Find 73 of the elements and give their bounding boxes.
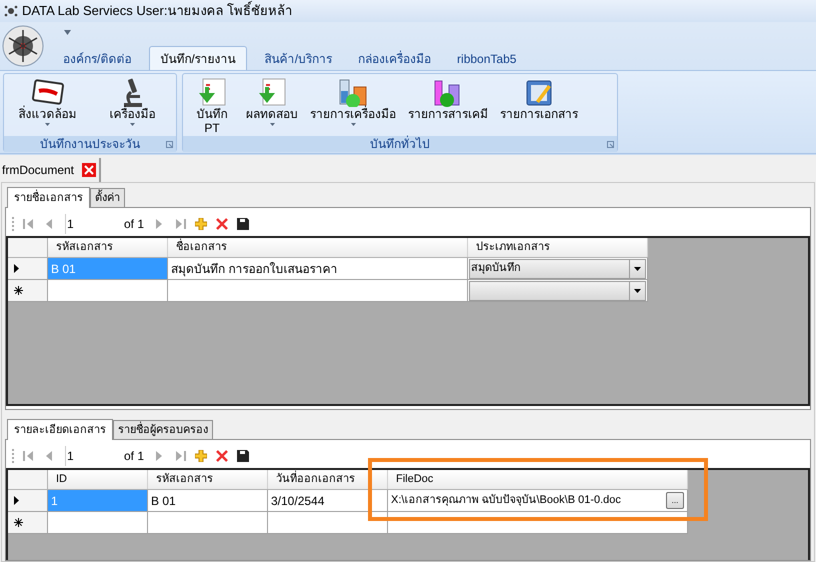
row-header[interactable] <box>8 490 48 511</box>
delete-icon[interactable] <box>216 218 228 230</box>
ribbon-button[interactable]: รายการเครื่องมือ <box>306 74 400 136</box>
first-record-icon[interactable] <box>23 218 35 230</box>
table-cell[interactable] <box>48 512 148 533</box>
dropdown-arrow-icon <box>634 266 641 270</box>
app-icon <box>4 4 18 18</box>
add-icon[interactable] <box>195 450 208 462</box>
ribbon-button[interactable]: สิ่งแวดล้อม <box>10 74 85 136</box>
save-icon[interactable] <box>237 218 250 230</box>
column-header[interactable]: ประเภทเอกสาร <box>468 238 648 257</box>
file-path: X:\เอกสารคุณภาพ ฉบับปัจจุบัน\Book\B 01-0.doc <box>391 493 622 508</box>
table-cell[interactable]: 3/10/2544 <box>268 490 388 511</box>
section-tab[interactable]: รายชื่อเอกสาร <box>7 187 90 208</box>
new-row-asterisk-icon <box>14 286 23 295</box>
ribbon-tab[interactable]: บันทึก/รายงาน <box>149 46 247 70</box>
caret-icon <box>270 123 274 126</box>
app-orb[interactable] <box>2 25 44 67</box>
last-record-icon[interactable] <box>174 450 186 462</box>
new-row-asterisk-icon <box>14 518 23 527</box>
dialog-launcher-icon[interactable] <box>607 141 614 148</box>
ribbon-button[interactable]: รายการสารเคมี <box>404 74 492 136</box>
save-icon[interactable] <box>237 450 250 462</box>
row-header[interactable] <box>8 258 48 279</box>
current-row-arrow-icon <box>14 264 19 273</box>
ribbon-tab[interactable]: สินค้า/บริการ <box>256 48 340 70</box>
ribbon-button[interactable]: รายการเอกสาร <box>496 74 582 136</box>
column-header[interactable]: รหัสเอกสาร <box>48 238 168 257</box>
table-cell[interactable]: X:\เอกสารคุณภาพ ฉบับปัจจุบัน\Book\B 01-0.doc ... <box>388 490 688 511</box>
table-cell[interactable] <box>268 512 388 533</box>
table-cell[interactable]: สมุดบันทึก การออกใบเสนอราคา <box>168 258 468 279</box>
ribbon-button[interactable]: บันทึก PT <box>186 74 238 136</box>
table-cell[interactable] <box>48 280 168 301</box>
column-header[interactable]: รหัสเอกสาร <box>148 470 268 489</box>
row-header[interactable] <box>8 280 48 301</box>
table-cell[interactable] <box>168 280 468 301</box>
table-cell[interactable] <box>148 512 268 533</box>
browse-button[interactable]: ... <box>666 492 684 509</box>
section-tab[interactable]: รายชื่อผู้ครอบครอง <box>113 420 213 439</box>
current-row-arrow-icon <box>14 496 19 505</box>
column-header[interactable]: FileDoc <box>388 470 688 489</box>
caret-icon <box>45 123 50 126</box>
ribbon-button[interactable]: ผลทดสอบ <box>242 74 302 136</box>
first-record-icon[interactable] <box>23 450 35 462</box>
row-header[interactable] <box>8 512 48 533</box>
caret-icon <box>130 123 135 126</box>
ribbon-tab[interactable]: องค์กร/ติดต่อ <box>55 48 140 70</box>
add-icon[interactable] <box>195 218 208 230</box>
close-icon[interactable] <box>82 163 96 177</box>
delete-icon[interactable] <box>216 450 228 462</box>
dropdown-arrow-icon <box>634 288 641 292</box>
table-cell[interactable]: B 01 <box>148 490 268 511</box>
dropdown-field[interactable] <box>469 280 646 300</box>
ribbon-tab[interactable]: ribbonTab5 <box>449 48 524 70</box>
ribbon-tab[interactable]: กล่องเครื่องมือ <box>350 48 440 70</box>
dialog-launcher-icon[interactable] <box>166 141 173 148</box>
window-title: DATA Lab Serviecs User:นายมงคล โพธิ์ชัยหล้า <box>22 1 292 20</box>
section-tab[interactable]: รายละเอียดเอกสาร <box>7 419 113 440</box>
column-header[interactable]: ชื่อเอกสาร <box>168 238 468 257</box>
quick-access-caret-icon[interactable] <box>64 30 71 35</box>
record-count: of 1 <box>124 216 144 232</box>
caret-icon <box>350 123 356 126</box>
group-label: บันทึกทั่วไป <box>369 135 431 153</box>
last-record-icon[interactable] <box>174 218 186 230</box>
column-header[interactable]: วันที่ออกเอกสาร <box>268 470 388 489</box>
section-tab[interactable]: ตั้งค่า <box>90 188 125 207</box>
dropdown-field[interactable]: สมุดบันทึก <box>469 258 646 278</box>
group-label: บันทึกงานประจะวัน <box>39 136 141 153</box>
ribbon-button[interactable]: เครื่องมือ <box>95 74 170 136</box>
thermometer-icon <box>30 77 64 107</box>
column-header[interactable]: ID <box>48 470 148 489</box>
document-tab[interactable]: frmDocument <box>0 158 102 182</box>
record-count: of 1 <box>124 448 144 464</box>
